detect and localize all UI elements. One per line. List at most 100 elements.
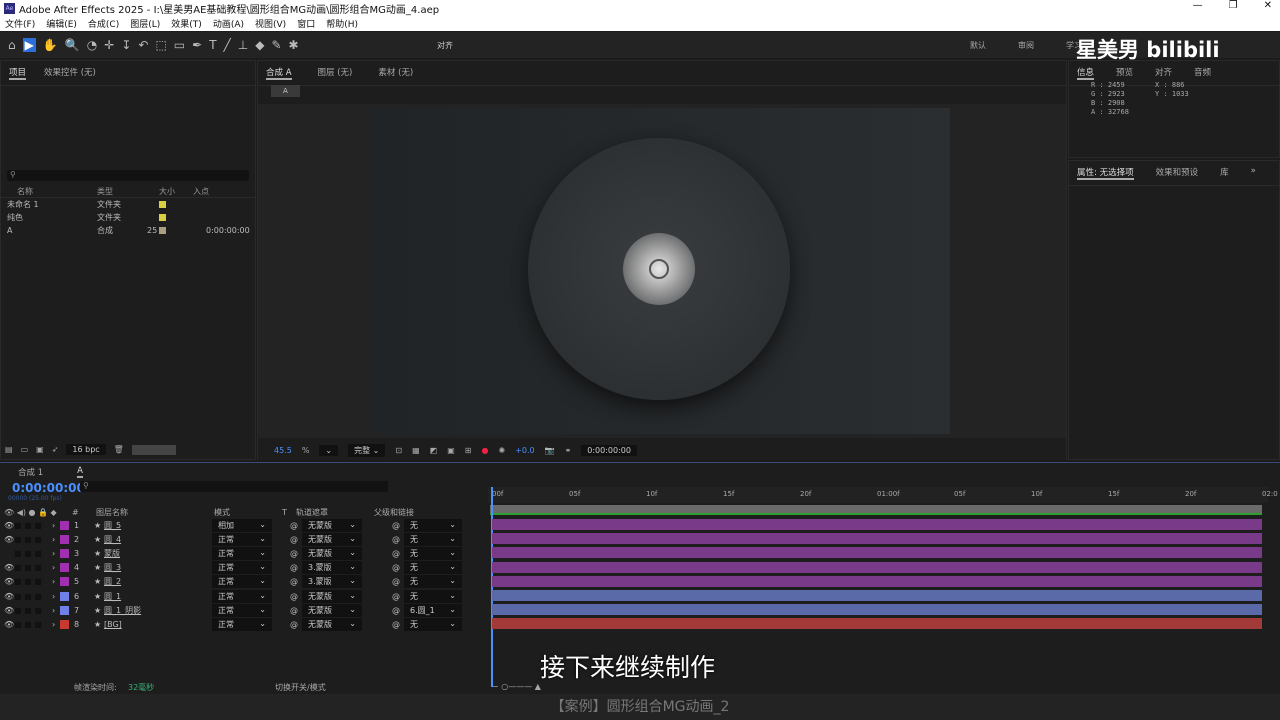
expand-chevron-icon[interactable]: › — [52, 535, 60, 544]
tool-icon-10[interactable]: ✒ — [192, 38, 202, 52]
expand-chevron-icon[interactable]: › — [52, 620, 60, 629]
new-folder-icon[interactable]: ▭ — [21, 445, 29, 454]
tab-comp-1[interactable]: 合成 1 — [18, 466, 43, 478]
spiral-link-icon[interactable]: @ — [290, 549, 302, 558]
tab-align[interactable]: 对齐 — [1155, 66, 1172, 80]
track-matte-dropdown[interactable]: 无蒙版 ⌄ — [302, 603, 362, 617]
workspace-review[interactable]: 审阅 — [1018, 40, 1034, 51]
tool-icon-0[interactable]: ⌂ — [8, 38, 16, 52]
parent-dropdown[interactable]: 无 ⌄ — [404, 546, 462, 560]
minimize-button[interactable]: — — [1193, 0, 1203, 11]
mode-dropdown[interactable]: 正常 ⌄ — [212, 532, 272, 546]
expand-chevron-icon[interactable]: › — [52, 521, 60, 530]
switch-boxes[interactable]: ■ ■ ■ — [14, 592, 52, 601]
layer-label-color[interactable] — [60, 563, 69, 573]
visibility-eye-icon[interactable]: 👁 — [0, 592, 14, 601]
tab-footage[interactable]: 素材 (无) — [378, 66, 413, 80]
spiral-link-icon[interactable]: @ — [290, 577, 302, 586]
layer-name[interactable]: 圆_2 — [104, 576, 212, 587]
menu-item[interactable]: 帮助(H) — [326, 17, 358, 30]
viewer-timecode[interactable]: 0:00:00:00 — [581, 444, 637, 456]
parent-pickwhip-icon[interactable]: @ — [392, 563, 404, 572]
layer-label-color[interactable] — [60, 619, 69, 629]
tab-preview[interactable]: 预览 — [1116, 66, 1133, 80]
tab-effect-controls[interactable]: 效果控件 (无) — [44, 66, 96, 80]
layer-duration-bar[interactable] — [492, 561, 1262, 573]
tool-icon-2[interactable]: ✋ — [43, 38, 58, 52]
layer-row[interactable]: 👁 ■ ■ ■ › 7 ★ 圆_1_阴影 正常 ⌄ @ 无蒙版 ⌄ @6.圆_1 ⌄ — [0, 603, 480, 617]
parent-pickwhip-icon[interactable]: @ — [392, 549, 404, 558]
mode-dropdown[interactable]: 正常 ⌄ — [212, 575, 272, 589]
spiral-link-icon[interactable]: @ — [290, 620, 302, 629]
layer-duration-bar[interactable] — [492, 547, 1262, 559]
switch-boxes[interactable]: ■ ■ ■ — [14, 521, 52, 530]
tool-icon-7[interactable]: ↶ — [138, 38, 148, 52]
3d-view-icon[interactable]: ⊞ — [465, 446, 472, 455]
mode-dropdown[interactable]: 正常 ⌄ — [212, 589, 272, 603]
layer-label-color[interactable] — [60, 520, 69, 530]
switch-boxes[interactable]: ■ ■ ■ — [14, 606, 52, 615]
layer-name[interactable]: [BG] — [104, 620, 212, 629]
col-name[interactable]: 名称 — [1, 186, 97, 197]
spiral-link-icon[interactable]: @ — [290, 521, 302, 530]
tool-icon-3[interactable]: 🔍 — [65, 38, 80, 52]
switch-boxes[interactable]: ■ ■ ■ — [14, 535, 52, 544]
transparency-grid-icon[interactable]: ▦ — [412, 446, 420, 455]
switch-boxes[interactable]: ■ ■ ■ — [14, 549, 52, 558]
layer-row[interactable]: 👁 ■ ■ ■ › 6 ★ 圆_1 正常 ⌄ @ 无蒙版 ⌄ @ 无 ⌄ — [0, 589, 480, 603]
expand-chevron-icon[interactable]: › — [52, 592, 60, 601]
layer-row[interactable]: 👁 ■ ■ ■ › 1 ★ 圆_5 相加 ⌄ @ 无蒙版 ⌄ @ 无 ⌄ — [0, 518, 480, 532]
track-matte-dropdown[interactable]: 3.蒙版 ⌄ — [302, 575, 362, 589]
expand-chevron-icon[interactable]: › — [52, 563, 60, 572]
track-matte-dropdown[interactable]: 无蒙版 ⌄ — [302, 532, 362, 546]
tool-icon-14[interactable]: ◆ — [255, 38, 264, 52]
layer-name[interactable]: 圆_5 — [104, 520, 212, 531]
track-matte-dropdown[interactable]: 无蒙版 ⌄ — [302, 546, 362, 560]
col-size[interactable]: 大小 — [159, 186, 193, 197]
parent-dropdown[interactable]: 无 ⌄ — [404, 532, 462, 546]
new-comp-icon[interactable]: ▣ — [36, 445, 44, 454]
visibility-eye-icon[interactable]: 👁 — [0, 521, 14, 530]
timeline-search-input[interactable]: ⚲ — [80, 481, 388, 492]
track-matte-dropdown[interactable]: 3.蒙版 ⌄ — [302, 561, 362, 575]
comp-viewer[interactable] — [258, 104, 1066, 438]
snapshot-icon[interactable]: 📷 — [545, 446, 555, 455]
label-color-swatch[interactable] — [159, 214, 166, 221]
expand-chevron-icon[interactable]: › — [52, 577, 60, 586]
layer-duration-bar[interactable] — [492, 575, 1262, 587]
menu-item[interactable]: 图层(L) — [130, 17, 160, 30]
tool-icon-4[interactable]: ◔ — [87, 38, 97, 52]
resolution-dropdown[interactable]: 完整 ⌄ — [348, 443, 386, 457]
layer-duration-bar[interactable] — [492, 618, 1262, 630]
menu-item[interactable]: 文件(F) — [5, 17, 35, 30]
visibility-eye-icon[interactable]: 👁 — [0, 577, 14, 586]
visibility-eye-icon[interactable]: 👁 — [0, 606, 14, 615]
parent-dropdown[interactable]: 无 ⌄ — [404, 617, 462, 631]
track-matte-dropdown[interactable]: 无蒙版 ⌄ — [302, 589, 362, 603]
col-type[interactable]: 类型 — [97, 186, 159, 197]
mode-dropdown[interactable]: 正常 ⌄ — [212, 603, 272, 617]
spiral-link-icon[interactable]: @ — [290, 563, 302, 572]
tool-icon-6[interactable]: ↧ — [121, 38, 131, 52]
project-item[interactable]: 未命名 1 文件夹 — [1, 198, 255, 211]
layer-label-color[interactable] — [60, 605, 69, 615]
tool-icon-8[interactable]: ⬚ — [155, 38, 166, 52]
tab-effects-presets[interactable]: 效果和预设 — [1156, 166, 1199, 180]
zoom-dropdown[interactable]: ⌄ — [319, 444, 339, 456]
delete-icon[interactable]: 🗑 — [114, 445, 124, 454]
comp-breadcrumb[interactable]: A — [271, 85, 300, 97]
menu-item[interactable]: 视图(V) — [255, 17, 286, 30]
mode-dropdown[interactable]: 相加 ⌄ — [212, 518, 272, 532]
parent-pickwhip-icon[interactable]: @ — [392, 577, 404, 586]
switch-boxes[interactable]: ■ ■ ■ — [14, 577, 52, 586]
parent-dropdown[interactable]: 无 ⌄ — [404, 575, 462, 589]
show-snapshot-icon[interactable]: ⚭ — [565, 446, 572, 455]
track-matte-dropdown[interactable]: 无蒙版 ⌄ — [302, 518, 362, 532]
tab-project[interactable]: 项目 — [9, 66, 27, 80]
toggle-switches-modes[interactable]: 切换开关/模式 — [275, 682, 326, 693]
more-panels-button[interactable]: » — [1251, 166, 1256, 180]
label-color-swatch[interactable] — [159, 227, 166, 234]
layer-name[interactable]: 圆_3 — [104, 562, 212, 573]
playhead[interactable] — [491, 487, 493, 687]
layer-label-color[interactable] — [60, 548, 69, 558]
